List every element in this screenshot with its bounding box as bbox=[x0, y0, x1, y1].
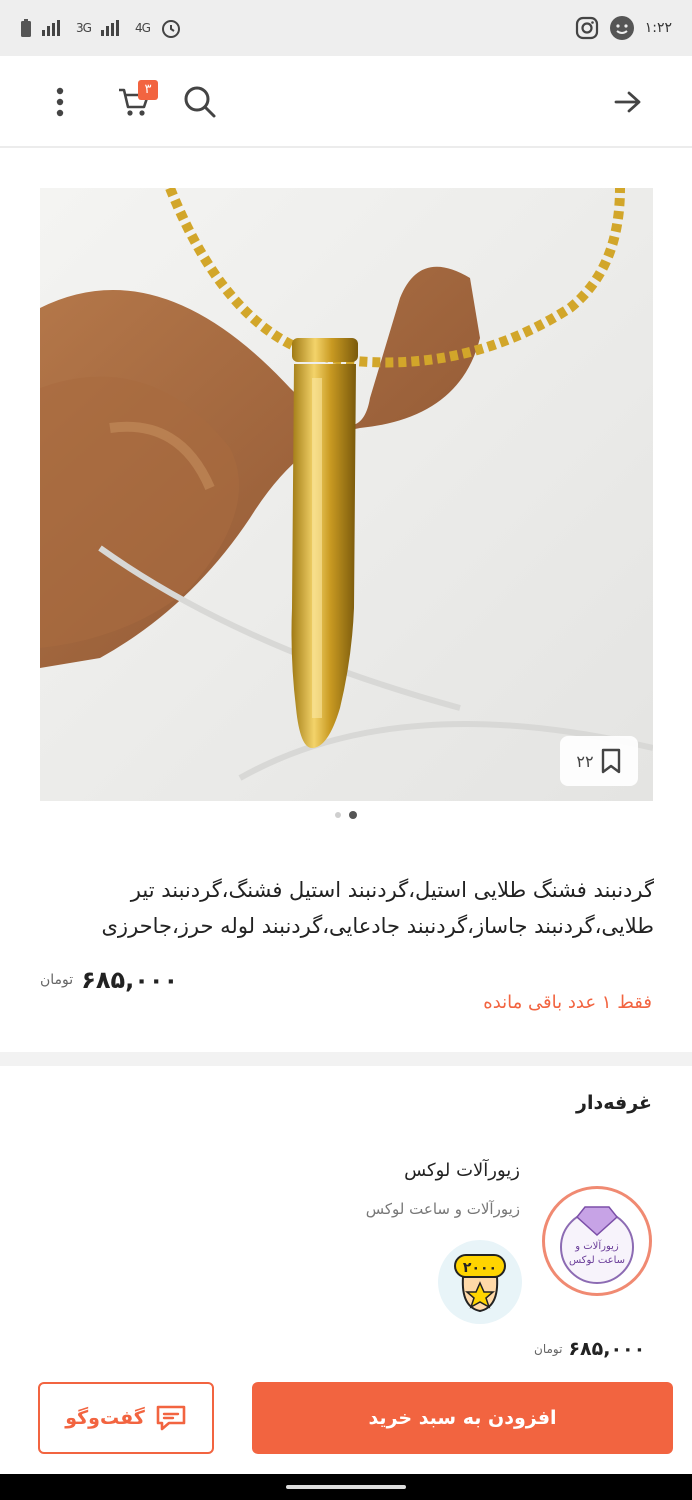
bookmark-icon bbox=[601, 748, 620, 774]
vendor-price-value: ۶۸۵,۰۰۰ bbox=[568, 1338, 646, 1360]
vendor-price-currency: تومان bbox=[534, 1342, 563, 1356]
gallery-pagination bbox=[0, 811, 692, 819]
vendor-badge-art: ۲۰۰۰ bbox=[454, 1254, 506, 1313]
vendor-badge: ۲۰۰۰ bbox=[438, 1240, 522, 1324]
bookmark-count: ۲۲ bbox=[576, 751, 594, 771]
vendor-logo-art: زیورآلات و ساعت لوکس bbox=[560, 1206, 634, 1284]
bookmark-button[interactable]: ۲۲ bbox=[560, 736, 638, 786]
system-nav-bar bbox=[0, 1474, 692, 1500]
vendor-logo-text-1: زیورآلات و bbox=[574, 1239, 619, 1252]
face-icon bbox=[609, 16, 634, 40]
price-value: ۶۸۵,۰۰۰ bbox=[81, 966, 179, 994]
chat-icon bbox=[156, 1405, 186, 1431]
status-left-group: 3G 4G bbox=[20, 17, 182, 39]
gallery-dot-2[interactable] bbox=[349, 811, 357, 819]
status-time: ۱:۲۲ bbox=[644, 20, 672, 36]
vendor-subtitle: زیورآلات و ساعت لوکس bbox=[365, 1200, 520, 1218]
back-button[interactable] bbox=[604, 78, 652, 126]
add-to-cart-button[interactable]: افزودن به سبد خرید bbox=[252, 1382, 673, 1454]
vendor-logo[interactable]: زیورآلات و ساعت لوکس bbox=[542, 1186, 652, 1296]
product-image[interactable]: ۲۲ bbox=[40, 188, 653, 801]
status-right-group: ۱:۲۲ bbox=[575, 15, 672, 41]
vendor-price: تومان ۶۸۵,۰۰۰ bbox=[534, 1338, 645, 1360]
add-to-cart-label: افزودن به سبد خرید bbox=[368, 1407, 557, 1429]
cart-button[interactable]: ۳ bbox=[108, 76, 160, 128]
instagram-icon bbox=[575, 16, 598, 40]
signal-icon-2 bbox=[100, 20, 119, 36]
vendor-logo-text-2: ساعت لوکس bbox=[569, 1255, 625, 1266]
search-icon bbox=[184, 86, 216, 118]
chat-button[interactable]: گفت‌وگو bbox=[38, 1382, 214, 1454]
vendor-name[interactable]: زیورآلات لوکس bbox=[404, 1160, 520, 1181]
status-bar: 3G 4G ۱:۲۲ bbox=[0, 0, 692, 56]
battery-icon bbox=[21, 19, 31, 37]
more-vert-icon bbox=[56, 87, 64, 117]
cart-count-badge: ۳ bbox=[138, 80, 158, 100]
section-divider bbox=[0, 1052, 692, 1066]
more-options-button[interactable] bbox=[38, 78, 82, 126]
network-label-2: 4G bbox=[134, 21, 151, 35]
product-photo bbox=[40, 188, 653, 801]
chat-button-label: گفت‌وگو bbox=[65, 1407, 145, 1429]
signal-icon bbox=[42, 20, 60, 36]
app-bar: ۳ bbox=[0, 56, 692, 148]
arrow-right-icon bbox=[614, 91, 641, 113]
search-button[interactable] bbox=[176, 78, 224, 126]
gallery-dot-1[interactable] bbox=[335, 812, 341, 818]
product-title: گردنبند فشنگ طلایی استیل،گردنبند استیل ف… bbox=[101, 878, 654, 938]
product-price: تومان ۶۸۵,۰۰۰ bbox=[40, 966, 178, 994]
gesture-handle[interactable] bbox=[286, 1485, 406, 1489]
network-label-1: 3G bbox=[76, 21, 92, 35]
vendor-badge-text: ۲۰۰۰ bbox=[463, 1260, 497, 1276]
vendor-heading: غرفه‌دار bbox=[576, 1092, 652, 1114]
price-currency: تومان bbox=[40, 972, 74, 988]
stock-note: فقط ۱ عدد باقی مانده bbox=[483, 992, 652, 1013]
alarm-icon bbox=[161, 20, 180, 38]
